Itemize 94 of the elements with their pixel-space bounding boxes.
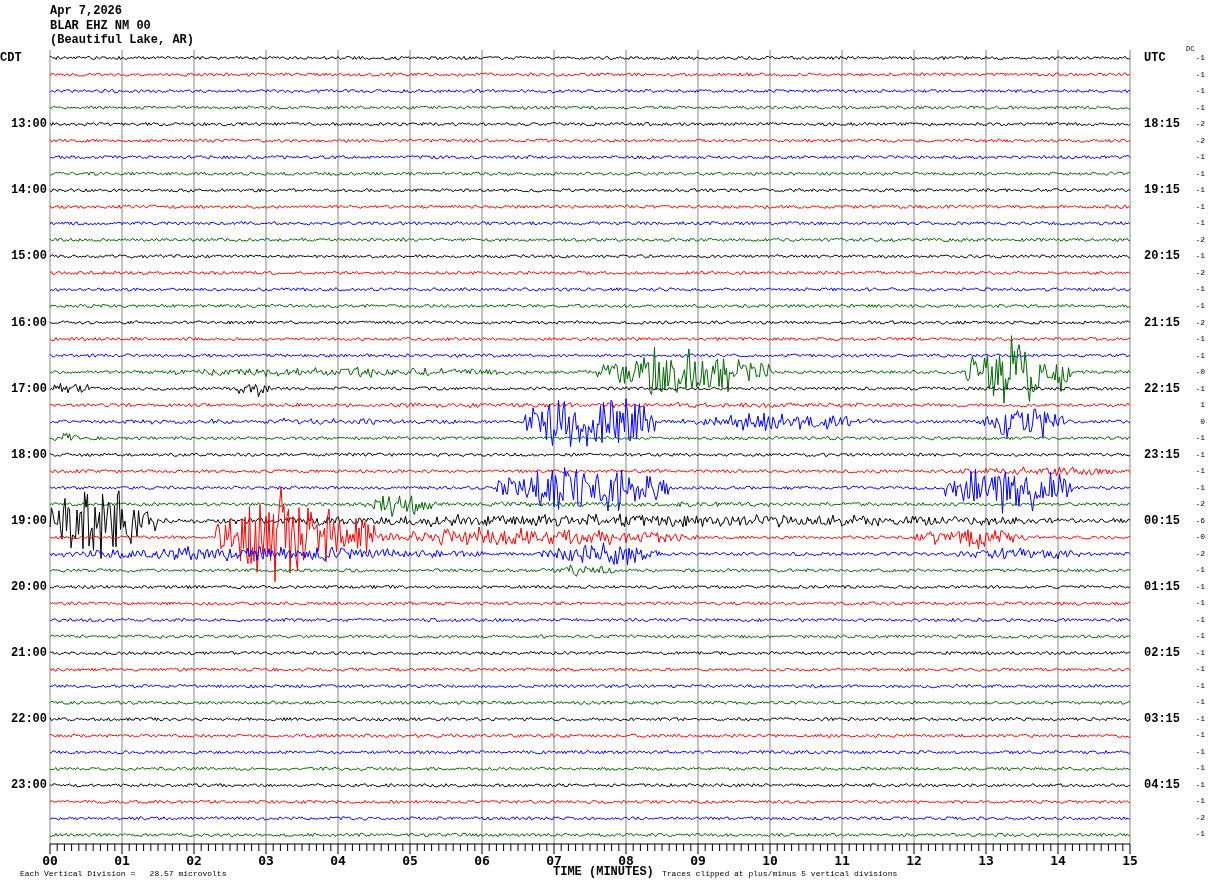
dc-offset-value: -1 [1195, 302, 1205, 310]
cdt-time-label: 23:00 [11, 778, 47, 791]
minute-tick-label: 14 [1050, 854, 1066, 868]
utc-time-label: 22:15 [1144, 382, 1180, 395]
cdt-time-label: 18:00 [11, 448, 47, 461]
dc-offset-value: -1 [1195, 632, 1205, 641]
utc-time-label: 23:15 [1144, 448, 1180, 461]
dc-offset-value: -1 [1195, 450, 1205, 459]
dc-offset-value: -1 [1195, 54, 1205, 63]
minute-tick-label: 05 [402, 854, 418, 868]
dc-offset-value: -1 [1195, 797, 1205, 806]
dc-offset-value: -1 [1195, 169, 1205, 178]
cdt-time-label: 17:00 [11, 382, 47, 395]
minute-tick-label: 03 [258, 854, 274, 868]
minute-tick-label: 12 [906, 854, 922, 868]
cdt-time-label: 20:00 [11, 580, 47, 593]
dc-offset-value: -1 [1195, 698, 1205, 707]
dc-offset-value: 1 [1200, 401, 1205, 410]
dc-offset-value: -1 [1195, 87, 1205, 96]
dc-offset-value: -1 [1195, 186, 1205, 195]
minute-tick-label: 06 [474, 854, 490, 868]
dc-offset-value: -1 [1195, 764, 1205, 773]
dc-offset-value: -1 [1195, 335, 1205, 343]
dc-offset-value: -1 [1195, 615, 1205, 624]
cdt-time-label: 16:00 [11, 316, 47, 329]
time-axis-title: TIME (MINUTES) [553, 866, 655, 878]
dc-offset-value: -1 [1195, 665, 1205, 674]
dc-offset-value: -1 [1195, 566, 1205, 575]
utc-time-label: 01:15 [1144, 580, 1180, 593]
cdt-heading: CDT [0, 52, 22, 65]
dc-offset-value: -1 [1195, 780, 1205, 789]
utc-time-label: 21:15 [1144, 316, 1180, 329]
dc-offset-value: -2 [1195, 549, 1205, 558]
utc-time-label: 00:15 [1144, 514, 1180, 527]
minute-tick-label: 04 [330, 854, 346, 868]
dc-offset-value: -2 [1195, 813, 1205, 822]
dc-offset-value: -2 [1195, 500, 1205, 509]
cdt-time-label: 15:00 [11, 250, 47, 263]
minute-tick-label: 13 [978, 854, 994, 868]
minute-tick-label: 15 [1122, 854, 1138, 868]
dc-offset-value: -1 [1195, 681, 1205, 690]
utc-time-label: 19:15 [1144, 184, 1180, 197]
minute-tick-label: 08 [618, 854, 634, 868]
dc-offset-value: -1 [1195, 731, 1205, 740]
dc-offset-value: -1 [1195, 599, 1205, 608]
minute-tick-label: 09 [690, 854, 706, 868]
minute-tick-label: 02 [186, 854, 202, 868]
dc-offset-value: -1 [1195, 582, 1205, 591]
dc-offset-value: -2 [1195, 136, 1205, 145]
clip-note: Traces clipped at plus/minus 5 vertical divisions [662, 870, 898, 878]
dc-offset-value: -1 [1195, 153, 1205, 162]
date-label: Apr 7,2026 [50, 4, 122, 19]
cdt-time-label: 22:00 [11, 712, 47, 725]
dc-offset-value: -2 [1195, 318, 1205, 327]
minute-tick-label: 01 [114, 854, 130, 868]
utc-time-label: 18:15 [1144, 118, 1180, 131]
dc-offset-value: -2 [1195, 235, 1205, 244]
dc-offset-value: -1 [1195, 830, 1205, 839]
dc-offset-value: -0 [1195, 368, 1205, 377]
station-label: BLAR EHZ NM 00 [50, 18, 151, 33]
dc-offset-value: -1 [1195, 202, 1205, 211]
utc-time-label: 02:15 [1144, 646, 1180, 659]
dc-offset-value: -1 [1195, 384, 1205, 393]
dc-offset-value: -1 [1195, 648, 1205, 657]
dc-offset-value: 0 [1200, 417, 1205, 426]
cdt-time-label: 21:00 [11, 646, 47, 659]
dc-offset-value: -1 [1195, 714, 1205, 723]
utc-heading: UTC [1144, 52, 1166, 65]
cdt-time-label: 19:00 [11, 514, 47, 527]
cdt-time-label: 14:00 [11, 184, 47, 197]
dc-offset-value: -1 [1195, 252, 1205, 261]
dc-offset-value: -1 [1195, 103, 1205, 112]
dc-offset-value: -1 [1195, 747, 1205, 756]
dc-offset-value: -1 [1195, 467, 1205, 476]
dc-offset-value: -2 [1195, 268, 1205, 277]
dc-offset-value: -2 [1195, 120, 1205, 129]
dc-offset-value: -1 [1195, 351, 1205, 360]
scale-note: Each Vertical Division = 28.57 microvolts [20, 870, 228, 878]
minute-tick-label: 07 [546, 854, 562, 868]
cdt-time-label: 13:00 [11, 118, 47, 131]
minute-tick-label: 10 [762, 854, 778, 868]
location-label: (Beautiful Lake, AR) [50, 33, 195, 48]
utc-time-label: 04:15 [1144, 778, 1180, 791]
utc-time-label: 20:15 [1144, 250, 1180, 263]
dc-offset-value: -1 [1195, 434, 1205, 443]
dc-offset-value: -0 [1195, 533, 1205, 542]
minute-tick-label: 00 [42, 854, 58, 868]
utc-time-label: 03:15 [1144, 712, 1180, 725]
dc-offset-value: -1 [1195, 219, 1205, 228]
minute-tick-label: 11 [834, 854, 850, 868]
dc-offset-value: -1 [1195, 70, 1205, 79]
dc-offset-value: -1 [1195, 483, 1205, 492]
dc-offset-value: -1 [1195, 285, 1205, 294]
dc-offset-value: -6 [1195, 516, 1205, 525]
